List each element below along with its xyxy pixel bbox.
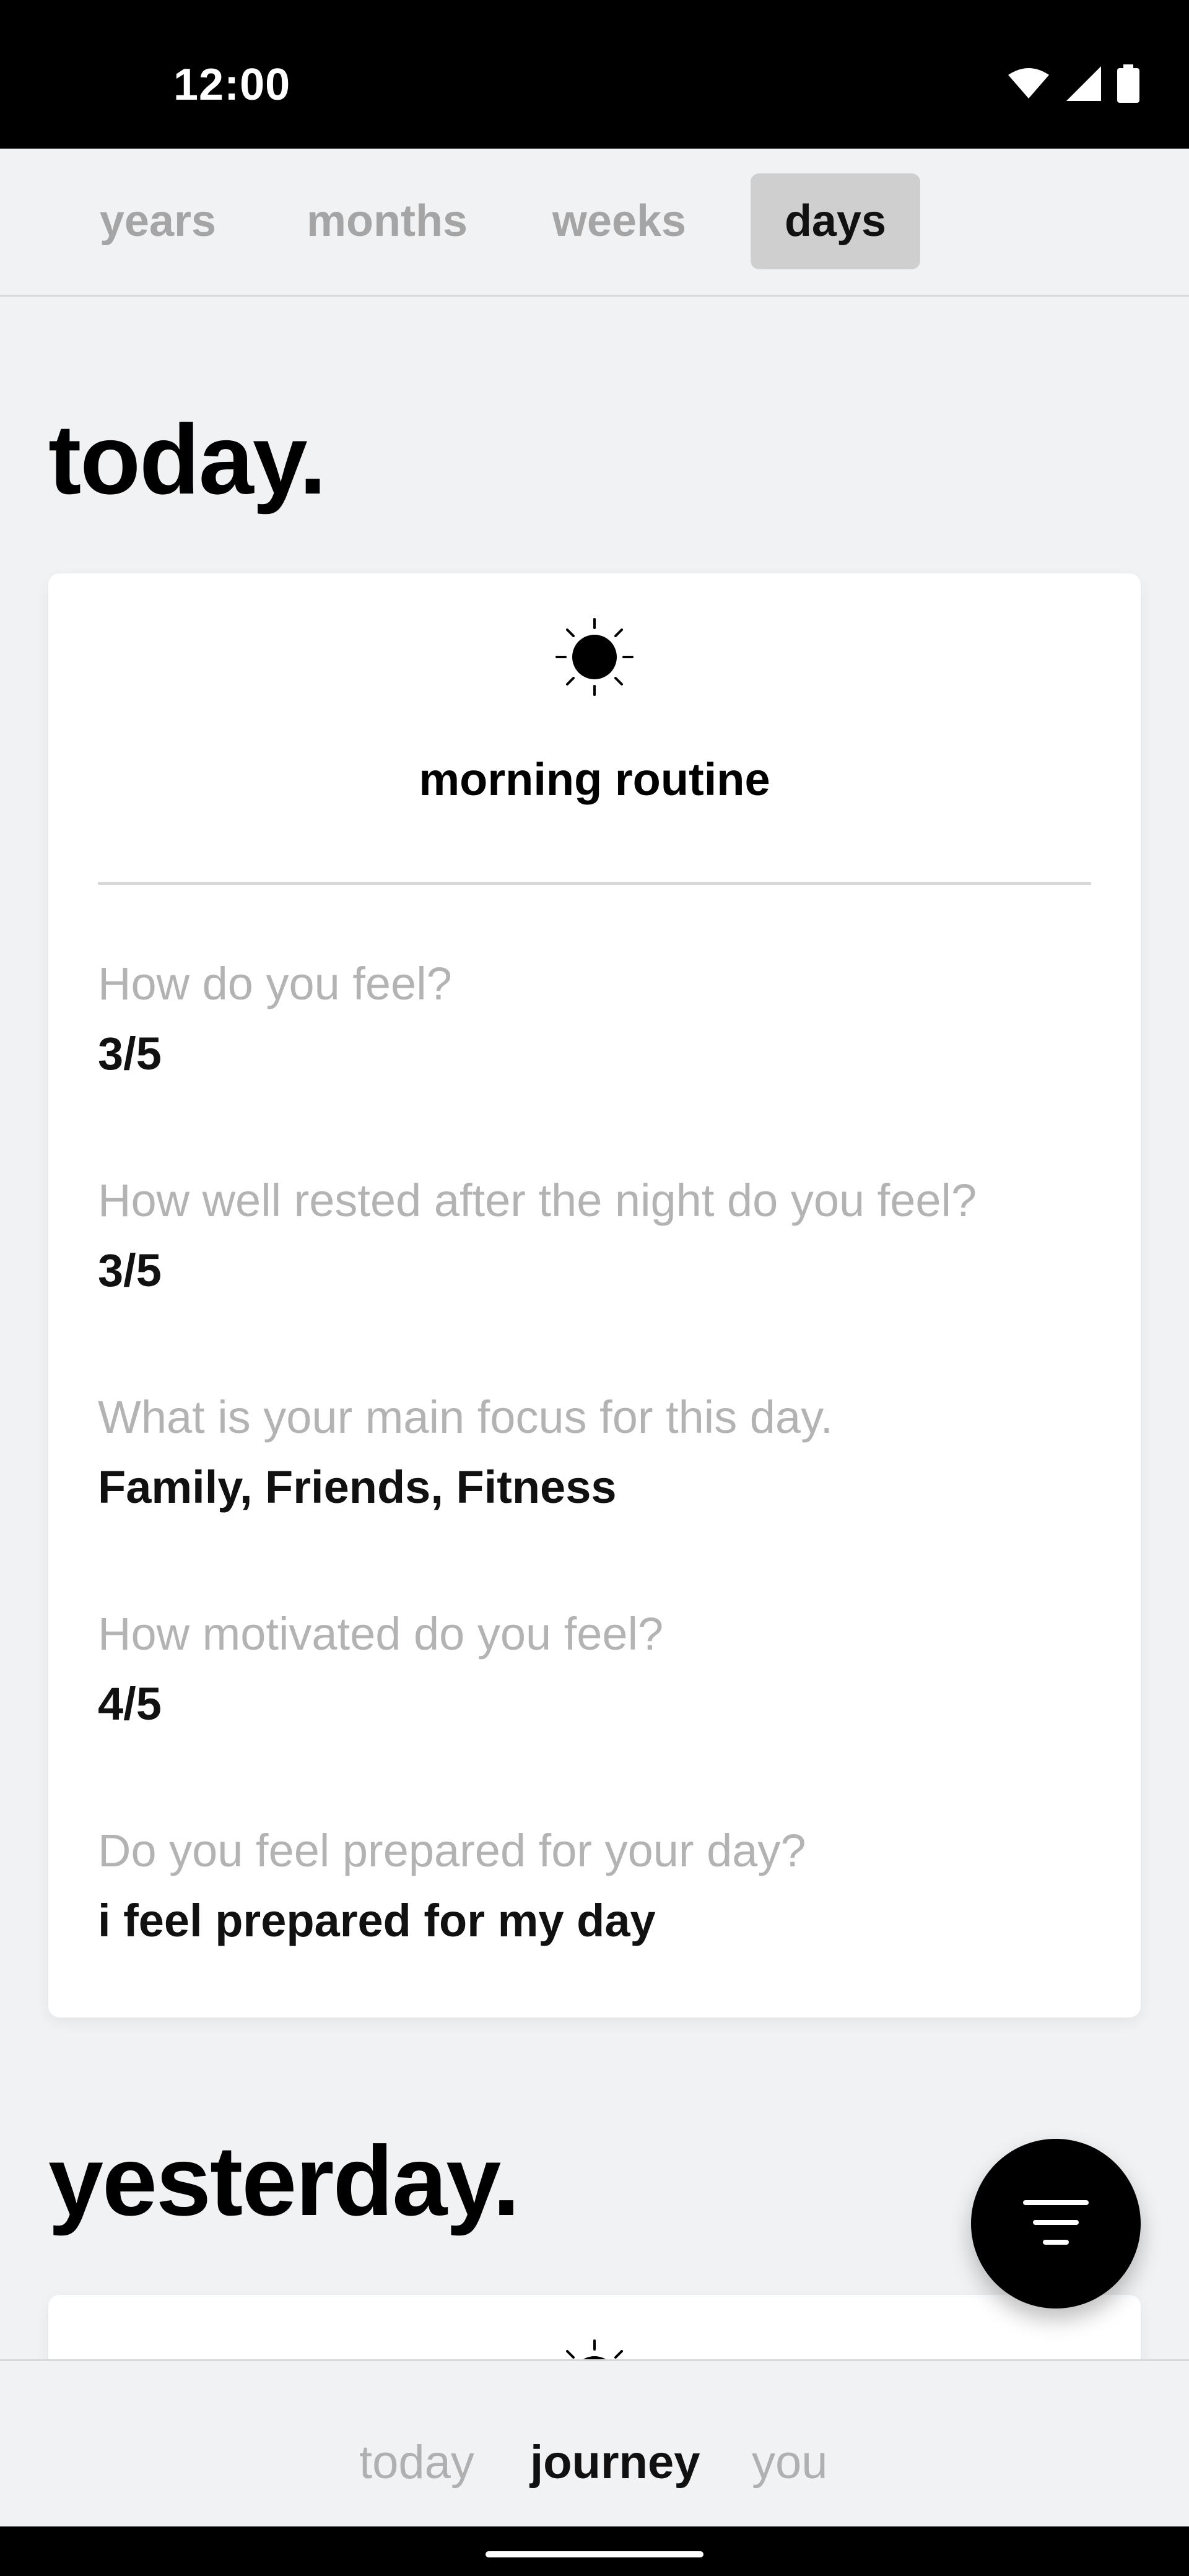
- card-divider: [98, 882, 1091, 885]
- signal-icon: [1066, 66, 1101, 101]
- status-time: 12:00: [173, 60, 291, 110]
- qa-item: Do you feel prepared for your day? i fee…: [98, 1824, 1091, 1947]
- battery-icon: [1117, 64, 1139, 103]
- qa-item: How motivated do you feel? 4/5: [98, 1608, 1091, 1730]
- bottom-navigation: today journey you: [0, 2359, 1189, 2528]
- question-text: Do you feel prepared for your day?: [98, 1825, 806, 1876]
- question-text: How motivated do you feel?: [98, 1608, 664, 1660]
- nav-you[interactable]: you: [752, 2435, 828, 2489]
- question-text: What is your main focus for this day.: [98, 1391, 834, 1443]
- home-gesture-handle[interactable]: [486, 2551, 703, 2557]
- tab-years[interactable]: years: [81, 173, 235, 269]
- card-title: morning routine: [419, 754, 770, 805]
- section-title-yesterday: yesterday.: [48, 2125, 520, 2236]
- nav-today[interactable]: today: [359, 2435, 474, 2489]
- answer-text: 4/5: [98, 1678, 162, 1730]
- sun-icon: [554, 617, 635, 700]
- tab-months[interactable]: months: [285, 173, 489, 269]
- status-icons: [1007, 64, 1139, 103]
- answer-text: 3/5: [98, 1245, 162, 1296]
- gesture-bar: [0, 2526, 1189, 2576]
- tab-days[interactable]: days: [751, 173, 920, 269]
- qa-item: How do you feel? 3/5: [98, 957, 1091, 1080]
- section-title-today: today.: [48, 404, 326, 515]
- status-bar: 12:00: [0, 0, 1189, 149]
- yesterday-card[interactable]: [48, 2295, 1141, 2401]
- morning-routine-card[interactable]: morning routine How do you feel? 3/5 How…: [48, 573, 1141, 2017]
- question-text: How do you feel?: [98, 958, 452, 1009]
- period-tabs: years months weeks days: [0, 149, 1189, 297]
- answer-text: Family, Friends, Fitness: [98, 1461, 617, 1513]
- answer-text: 3/5: [98, 1028, 162, 1079]
- qa-item: How well rested after the night do you f…: [98, 1174, 1091, 1297]
- nav-journey[interactable]: journey: [530, 2435, 700, 2489]
- answer-text: i feel prepared for my day: [98, 1895, 656, 1946]
- filter-button[interactable]: [971, 2139, 1141, 2308]
- filter-icon: [1022, 2198, 1090, 2250]
- tab-weeks[interactable]: weeks: [526, 173, 712, 269]
- question-text: How well rested after the night do you f…: [98, 1175, 977, 1226]
- qa-item: What is your main focus for this day. Fa…: [98, 1391, 1091, 1513]
- wifi-icon: [1007, 66, 1050, 101]
